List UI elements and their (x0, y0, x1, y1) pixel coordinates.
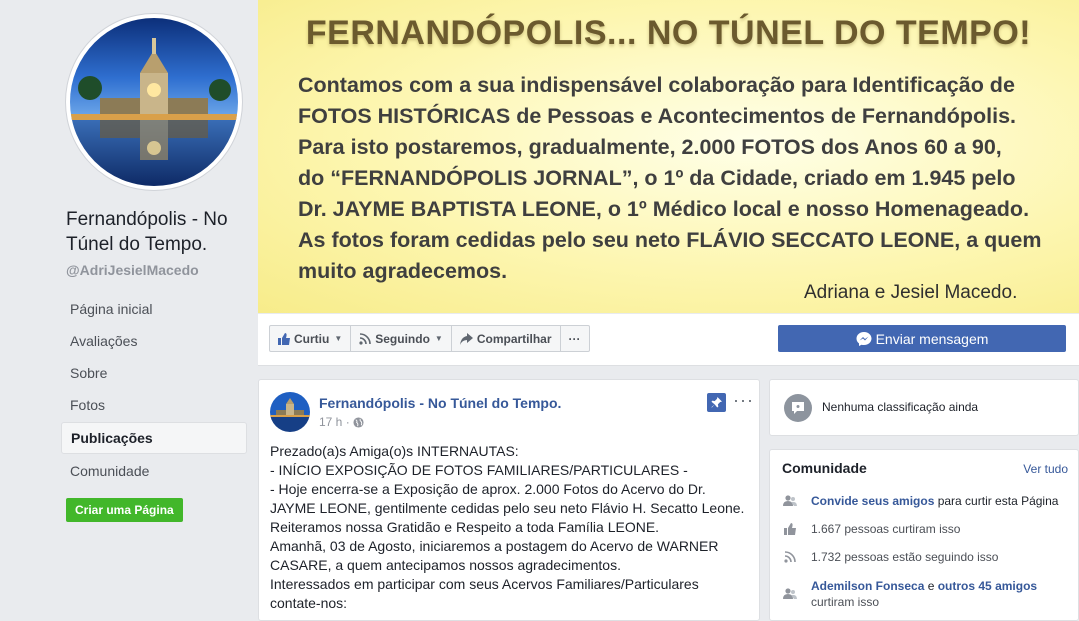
post-line: Amanhã, 03 de Agosto, iniciaremos a post… (270, 538, 719, 554)
follows-count[interactable]: 1.732 pessoas estão seguindo isso (811, 550, 998, 564)
nav-item-reviews[interactable]: Avaliações (61, 326, 247, 356)
nav-item-posts[interactable]: Publicações (61, 422, 247, 454)
send-message-button[interactable]: Enviar mensagem (778, 325, 1066, 352)
post-author-name[interactable]: Fernandópolis - No Túnel do Tempo. (319, 395, 561, 411)
chevron-down-icon: ▼ (334, 334, 343, 343)
likes-row: 1.667 pessoas curtiram isso (782, 522, 960, 536)
other-friends-link[interactable]: outros 45 amigos (938, 579, 1037, 593)
page-title[interactable]: Fernandópolis - No Túnel do Tempo. (66, 207, 246, 257)
like-button[interactable]: Curtiu ▼ (269, 325, 352, 352)
cover-line: Dr. JAYME BAPTISTA LEONE, o 1º Médico lo… (298, 197, 1030, 221)
chevron-down-icon: ▼ (434, 334, 443, 343)
rating-text: Nenhuma classificação ainda (822, 400, 979, 414)
messenger-icon (856, 331, 872, 346)
community-card: Comunidade Ver tudo Convide seus amigos … (769, 449, 1079, 621)
post-text: Prezado(a)s Amiga(o)s INTERNAUTAS: - INÍ… (270, 442, 752, 613)
share-arrow-icon (459, 332, 473, 345)
create-page-button[interactable]: Criar uma Página (66, 498, 183, 522)
friend-name-link[interactable]: Ademilson Fonseca (811, 579, 924, 593)
invite-friends-link[interactable]: Convide seus amigos (811, 494, 934, 508)
follow-button[interactable]: Seguindo ▼ (350, 325, 452, 352)
nav-item-community[interactable]: Comunidade (61, 456, 247, 486)
post-line: - Hoje encerra-se a Exposição de aprox. … (270, 481, 706, 497)
cover-line: Contamos com a sua indispensável colabor… (298, 73, 1015, 97)
thumbs-up-icon (278, 332, 290, 345)
rss-follow-icon (782, 550, 798, 564)
post-author-avatar[interactable] (270, 392, 310, 432)
cover-line: Para isto postaremos, gradualmente, 2.00… (298, 135, 1002, 159)
friends-icon (782, 494, 798, 508)
rss-follow-icon (359, 332, 372, 345)
share-label: Compartilhar (476, 331, 552, 346)
post-timestamp[interactable]: 17 h · (319, 415, 364, 429)
post-line: JAYME LEONE, gentilmente cedidas pelo se… (270, 500, 745, 516)
like-label: Curtiu (294, 331, 330, 346)
rating-card: Nenhuma classificação ainda (769, 379, 1079, 436)
nav-item-about[interactable]: Sobre (61, 358, 247, 388)
more-options-button[interactable]: ··· (559, 325, 590, 352)
post-options-button[interactable]: ··· (733, 390, 754, 411)
see-all-link[interactable]: Ver tudo (1023, 462, 1068, 476)
friends-liked-suffix: curtiram isso (811, 595, 880, 609)
follows-row: 1.732 pessoas estão seguindo isso (782, 550, 998, 564)
review-bubble-icon (784, 394, 812, 422)
nav-item-home[interactable]: Página inicial (61, 294, 247, 324)
cover-line: As fotos foram cedidas pelo seu neto FLÁ… (298, 228, 1042, 252)
send-message-label: Enviar mensagem (875, 330, 989, 347)
cover-line: FOTOS HISTÓRICAS de Pessoas e Acontecime… (298, 104, 1017, 128)
invite-friends-row: Convide seus amigos para curtir esta Pág… (782, 494, 1058, 508)
friends-liked-row: Ademilson Fonseca e outros 45 amigos cur… (782, 578, 1071, 610)
page-action-bar: Curtiu ▼ Seguindo ▼ Compartilhar ··· Env… (258, 314, 1079, 366)
cover-text: Contamos com a sua indispensável colabor… (298, 70, 1058, 287)
follow-label: Seguindo (375, 331, 430, 346)
page-handle[interactable]: @AdriJesielMacedo (66, 262, 199, 278)
post-line: contate-nos: (270, 595, 348, 611)
page-navigation: Página inicial Avaliações Sobre Fotos Pu… (61, 294, 247, 488)
friend-and-text: e (924, 579, 938, 593)
globe-icon (353, 416, 364, 428)
community-title: Comunidade (782, 460, 867, 476)
thumbs-up-icon (782, 522, 798, 536)
post-line: Prezado(a)s Amiga(o)s INTERNAUTAS: (270, 443, 519, 459)
post-line: - INÍCIO EXPOSIÇÃO DE FOTOS FAMILIARES/P… (270, 462, 688, 478)
nav-item-photos[interactable]: Fotos (61, 390, 247, 420)
friends-liked-text: Ademilson Fonseca e outros 45 amigos cur… (811, 578, 1071, 610)
profile-picture[interactable] (66, 14, 242, 190)
post-time-label: 17 h · (319, 415, 350, 429)
likes-count[interactable]: 1.667 pessoas curtiram isso (811, 522, 960, 536)
post-line: Reiteramos nossa Gratidão e Respeito a t… (270, 519, 660, 535)
profile-image-cathedral (70, 18, 238, 186)
pinned-post-icon (707, 393, 726, 412)
post-line: CASARE, a quem antecipamos nossos agrade… (270, 557, 621, 573)
share-button[interactable]: Compartilhar (450, 325, 561, 352)
cover-line: do “FERNANDÓPOLIS JORNAL”, o 1º da Cidad… (298, 166, 1016, 190)
cover-photo[interactable]: FERNANDÓPOLIS... NO TÚNEL DO TEMPO! Cont… (258, 0, 1079, 313)
ellipsis-icon: ··· (568, 331, 581, 346)
post-line: Interessados em participar com seus Acer… (270, 576, 699, 592)
cover-title: FERNANDÓPOLIS... NO TÚNEL DO TEMPO! (305, 14, 1032, 52)
cover-signature: Adriana e Jesiel Macedo. (804, 282, 1018, 303)
pinned-post: Fernandópolis - No Túnel do Tempo. 17 h … (258, 379, 760, 621)
invite-text: para curtir esta Página (934, 494, 1059, 508)
friends-icon (782, 578, 798, 610)
